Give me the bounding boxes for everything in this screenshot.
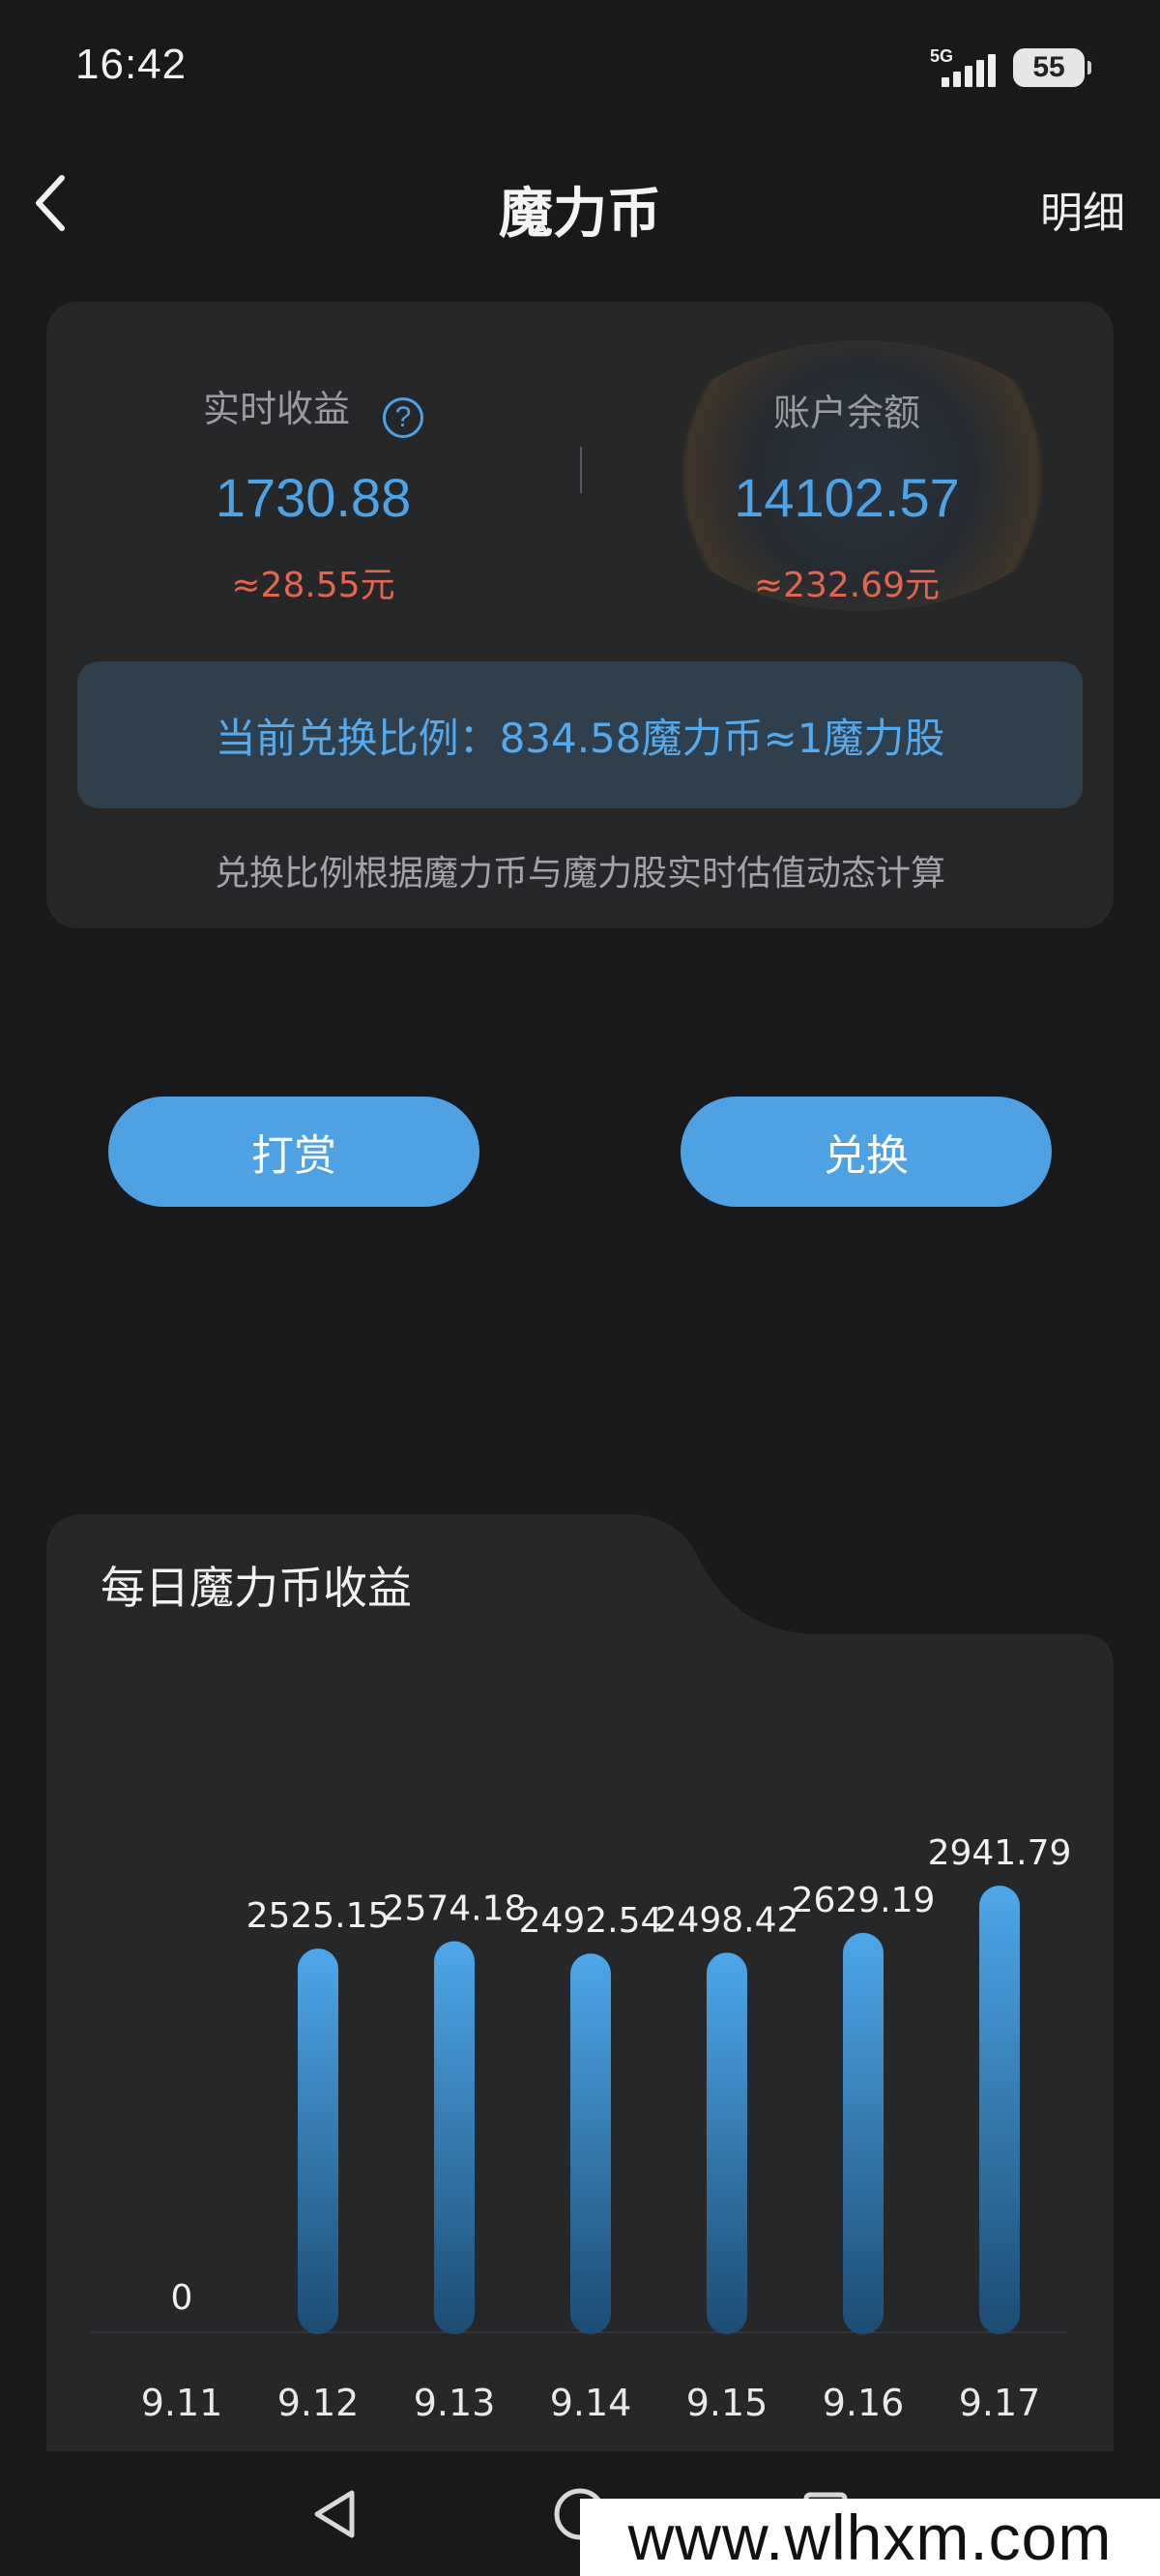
bar-value-label: 2574.18 (383, 1888, 527, 1928)
exchange-rate-box: 当前兑换比例：834.58魔力币≈1魔力股 (77, 661, 1083, 808)
daily-earnings-card: 每日魔力币收益 0 9.11 2525.15 9.12 2574.18 9.13 2492.… (46, 1514, 1114, 2539)
chart-bar (434, 1941, 475, 2334)
realtime-approx: ≈28.55元 (231, 566, 395, 605)
exchange-button[interactable]: 兑换 (681, 1097, 1052, 1207)
bar-value-label: 2492.54 (519, 1901, 663, 1941)
signal-icon: 5G (930, 46, 998, 89)
help-icon[interactable]: ? (383, 396, 423, 438)
balance-value: 14102.57 (734, 467, 960, 528)
chart-bar (979, 1886, 1020, 2334)
site-watermark: www.wlhxm.com (580, 2499, 1160, 2576)
x-tick-label: 9.17 (959, 2382, 1041, 2424)
bar-chart: 0 9.11 2525.15 9.12 2574.18 9.13 2492.54 9.14 24… (91, 1833, 1072, 2424)
bar-value-label: 2629.19 (792, 1881, 936, 1920)
nav-back-button[interactable] (296, 2475, 373, 2553)
page-title: 魔力币 (499, 183, 661, 246)
x-tick-label: 9.14 (550, 2382, 632, 2424)
bar-value-label: 2498.42 (655, 1900, 799, 1940)
x-tick-label: 9.13 (414, 2382, 496, 2424)
x-tick-label: 9.12 (277, 2382, 360, 2424)
x-tick-label: 9.11 (141, 2382, 223, 2424)
detail-link[interactable]: 明细 (1040, 178, 1125, 240)
status-indicators: 5G 55 (930, 44, 1091, 91)
exchange-rate-text: 当前兑换比例：834.58魔力币≈1魔力股 (215, 714, 945, 762)
chart-bar (298, 1948, 338, 2334)
realtime-value: 1730.88 (215, 467, 412, 528)
realtime-label: 实时收益 (202, 388, 350, 430)
balance-label: 账户余额 (772, 392, 920, 434)
battery-icon: 55 (1013, 48, 1091, 87)
triangle-back-icon (314, 2490, 355, 2538)
x-tick-label: 9.16 (823, 2382, 905, 2424)
balance-approx: ≈232.69元 (753, 566, 941, 605)
chart-bar (570, 1953, 611, 2334)
status-time: 16:42 (75, 41, 188, 88)
realtime-earnings: 实时收益? (46, 379, 580, 438)
bar-value-label: 2525.15 (246, 1896, 391, 1936)
tip-button[interactable]: 打赏 (108, 1097, 479, 1207)
chart-bar (843, 1932, 884, 2334)
exchange-rate-note: 兑换比例根据魔力币与魔力股实时估值动态计算 (214, 854, 945, 893)
bar-value-label: 0 (171, 2278, 193, 2318)
bar-value-label: 2941.79 (928, 1833, 1072, 1873)
summary-card: 实时收益? 1730.88 ≈28.55元 账户余额 14102.57 ≈232… (46, 302, 1114, 928)
chart-bar (707, 1952, 747, 2334)
x-tick-label: 9.15 (686, 2382, 768, 2424)
